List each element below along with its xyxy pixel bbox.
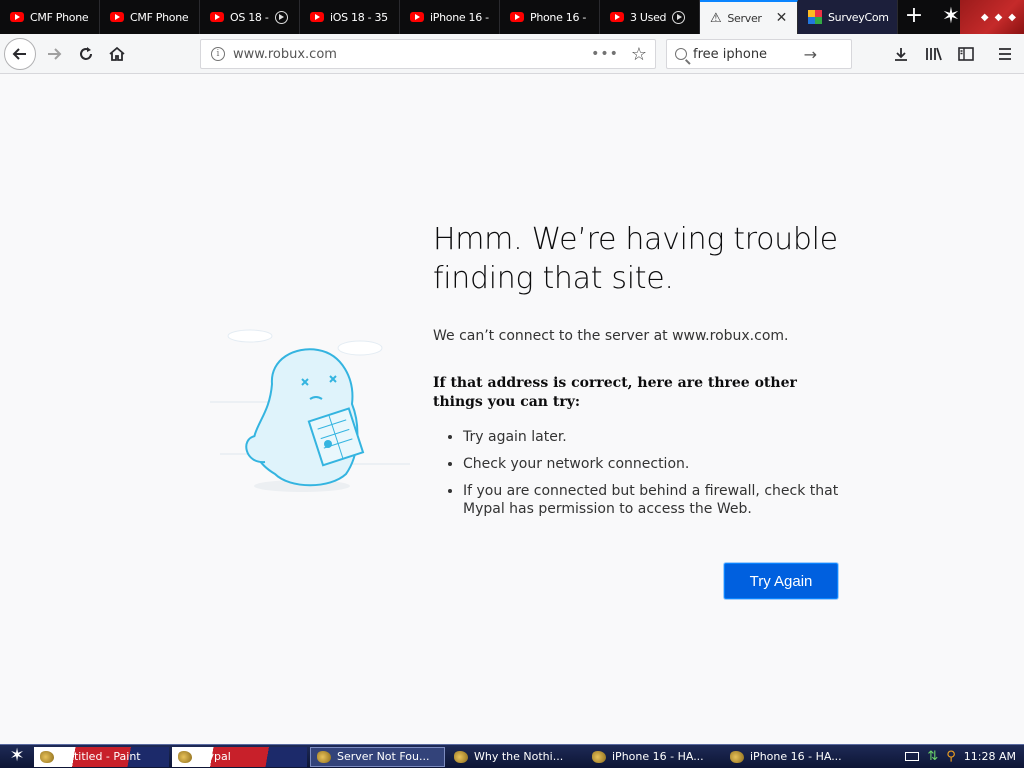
- window-controls[interactable]: ◆ ◆ ◆: [960, 0, 1024, 34]
- tab-title: iPhone 16 -: [430, 10, 489, 24]
- taskbar-item-server-not-found[interactable]: Server Not Fou...: [310, 746, 445, 767]
- back-button[interactable]: [4, 38, 36, 70]
- back-arrow-icon: [12, 48, 26, 60]
- reload-button[interactable]: [70, 38, 102, 70]
- reload-icon: [80, 47, 92, 60]
- surveycompare-icon: [808, 10, 822, 24]
- paint-app-icon: [40, 750, 54, 763]
- url-input[interactable]: www.robux.com: [233, 47, 591, 62]
- list-item: If you are connected but behind a firewa…: [463, 482, 843, 518]
- tab-ios18-2[interactable]: iOS 18 - 35: [300, 0, 400, 34]
- tab-cmf-phone-1[interactable]: CMF Phone: [0, 0, 100, 34]
- menu-button[interactable]: [990, 38, 1020, 70]
- maximize-icon[interactable]: ◆: [995, 12, 1003, 23]
- tab-title: CMF Phone: [30, 10, 89, 24]
- tab-title: Phone 16 -: [530, 10, 587, 24]
- sidebar-icon: [958, 47, 974, 61]
- taskbar-item-label: Why the Nothi...: [474, 750, 564, 763]
- play-indicator-icon[interactable]: [274, 10, 288, 24]
- tab-3-used[interactable]: 3 Used: [600, 0, 700, 34]
- tab-cmf-phone-2[interactable]: CMF Phone: [100, 0, 200, 34]
- youtube-icon: [610, 12, 624, 22]
- search-bar[interactable]: free iphone →: [666, 39, 852, 69]
- close-window-icon[interactable]: ◆: [1008, 12, 1016, 23]
- confused-monster-illustration: [210, 329, 410, 492]
- tab-iphone16-1[interactable]: iPhone 16 -: [400, 0, 500, 34]
- tab-server-not-found[interactable]: ⚠ Server ✕: [700, 0, 798, 34]
- youtube-icon: [10, 12, 24, 22]
- download-icon: [895, 48, 907, 61]
- search-icon: [675, 48, 687, 60]
- error-title: Hmm. We’re having trouble finding that s…: [433, 222, 838, 296]
- error-message-container: Hmm. We’re having trouble finding that s…: [433, 220, 843, 527]
- taskbar-item-label: iPhone 16 - HA...: [750, 750, 842, 763]
- minimize-icon[interactable]: ◆: [981, 12, 989, 23]
- list-item: Check your network connection.: [463, 455, 843, 473]
- try-again-button[interactable]: Try Again: [724, 563, 838, 599]
- taskbar-item-label: Mypal: [198, 750, 231, 763]
- taskbar-item-iphone16-1[interactable]: iPhone 16 - HA...: [586, 747, 721, 767]
- warning-icon: ⚠: [710, 10, 722, 26]
- mypal-app-icon: [317, 750, 331, 763]
- tab-title: CMF Phone: [130, 10, 189, 24]
- taskbar-item-paint[interactable]: untitled - Paint: [34, 746, 169, 767]
- youtube-icon: [310, 12, 324, 22]
- taskbar-item-label: iPhone 16 - HA...: [612, 750, 704, 763]
- navigation-toolbar: i www.robux.com ••• ☆ free iphone →: [0, 34, 1024, 74]
- youtube-icon: [210, 12, 224, 22]
- tab-iphone16-2[interactable]: Phone 16 -: [500, 0, 600, 34]
- sidebar-button[interactable]: [951, 38, 981, 70]
- forward-arrow-icon: [48, 48, 62, 60]
- list-item: Try again later.: [463, 428, 843, 446]
- youtube-icon: [410, 12, 424, 22]
- magnifier-icon[interactable]: ⚲: [946, 749, 956, 764]
- network-icon[interactable]: ⇅: [927, 749, 938, 764]
- site-info-icon[interactable]: i: [211, 47, 225, 61]
- tab-title: SurveyCom: [828, 10, 889, 24]
- play-indicator-icon[interactable]: [672, 10, 686, 24]
- mypal-app-icon: [454, 750, 468, 763]
- taskbar-item-label: untitled - Paint: [60, 750, 141, 763]
- tab-title: OS 18 -: [230, 10, 269, 24]
- search-input[interactable]: free iphone: [693, 47, 804, 62]
- tab-surveycompare[interactable]: SurveyCom: [798, 0, 898, 34]
- youtube-icon: [110, 12, 124, 22]
- downloads-button[interactable]: [886, 38, 916, 70]
- page-actions-icon[interactable]: •••: [591, 46, 619, 62]
- taskbar-item-mypal[interactable]: Mypal: [172, 746, 307, 767]
- tab-ios18-1[interactable]: OS 18 -: [200, 0, 300, 34]
- mypal-app-icon: [730, 750, 744, 763]
- tab-title: Server: [727, 11, 762, 25]
- close-tab-icon[interactable]: ✕: [776, 10, 788, 26]
- taskbar: ✶ untitled - Paint Mypal Server Not Fou.…: [0, 744, 1024, 768]
- system-tray: ⇅ ⚲ 11:28 AM: [897, 745, 1024, 768]
- start-button[interactable]: ✶: [0, 745, 34, 768]
- library-icon: [926, 47, 942, 61]
- taskbar-item-label: Server Not Fou...: [337, 750, 430, 763]
- clock[interactable]: 11:28 AM: [964, 750, 1016, 763]
- error-page: Hmm. We’re having trouble finding that s…: [0, 74, 1024, 744]
- tab-title: 3 Used: [630, 10, 667, 24]
- search-go-arrow-icon[interactable]: →: [804, 45, 817, 64]
- forward-button[interactable]: [38, 38, 70, 70]
- mypal-app-icon: [178, 750, 192, 763]
- error-suggestions-heading: If that address is correct, here are thr…: [433, 375, 797, 410]
- keyboard-icon[interactable]: [905, 752, 920, 761]
- library-button[interactable]: [919, 38, 949, 70]
- hamburger-menu-icon: [999, 48, 1011, 60]
- tab-title: iOS 18 - 35: [330, 10, 388, 24]
- mypal-app-icon: [592, 750, 606, 763]
- home-button[interactable]: [101, 38, 133, 70]
- taskbar-item-why-the-nothing[interactable]: Why the Nothi...: [448, 747, 583, 767]
- new-tab-button[interactable]: +: [898, 4, 930, 30]
- youtube-icon: [510, 12, 524, 22]
- url-bar[interactable]: i www.robux.com ••• ☆: [200, 39, 656, 69]
- error-suggestions-list: Try again later. Check your network conn…: [463, 428, 843, 518]
- error-short-description: We can’t connect to the server at www.ro…: [433, 328, 789, 344]
- bookmark-star-icon[interactable]: ☆: [631, 44, 647, 65]
- tab-strip: CMF Phone CMF Phone OS 18 - iOS 18 - 35 …: [0, 0, 1024, 34]
- home-icon: [109, 46, 125, 61]
- taskbar-item-iphone16-2[interactable]: iPhone 16 - HA...: [724, 747, 859, 767]
